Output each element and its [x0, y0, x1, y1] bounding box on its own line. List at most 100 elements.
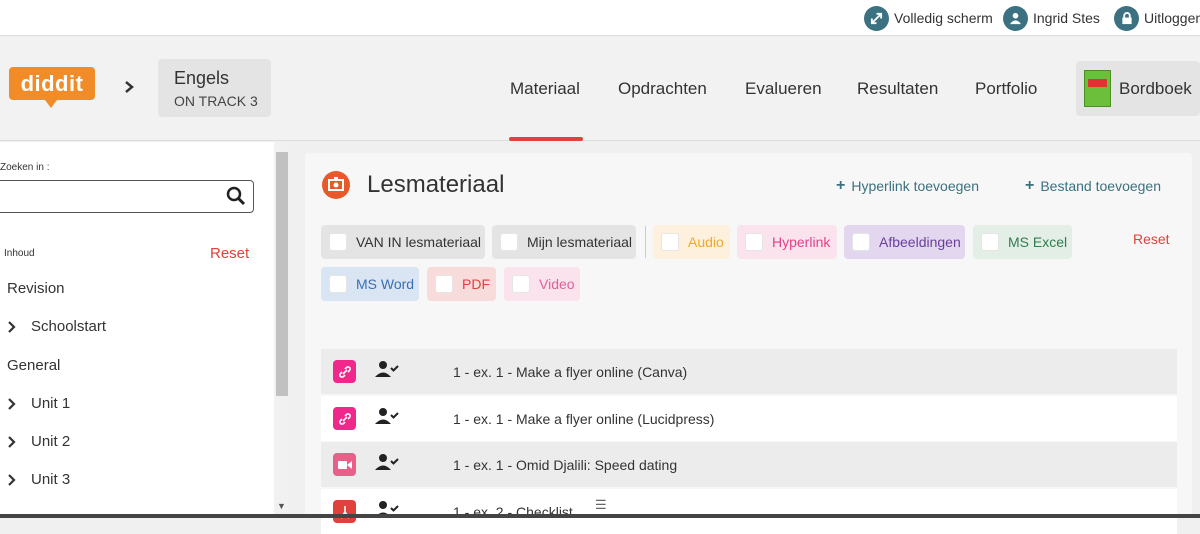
material-title: 1 - ex. 1 - Omid Djalili: Speed dating	[453, 456, 678, 473]
tree-item-label: Schoolstart	[31, 318, 107, 335]
chevron-right-icon	[7, 320, 27, 333]
filter-divider	[645, 226, 646, 258]
tree-item-schoolstart[interactable]: Schoolstart	[7, 318, 106, 335]
active-tab-indicator	[509, 137, 583, 141]
tab-materiaal[interactable]: Materiaal	[510, 79, 580, 99]
search-icon[interactable]	[226, 186, 246, 211]
chevron-right-icon	[7, 473, 27, 486]
checkbox[interactable]	[852, 233, 870, 251]
filter-afbeeldingen[interactable]: Afbeeldingen	[844, 225, 965, 259]
add-file-button[interactable]: + Bestand toevoegen	[1025, 177, 1161, 195]
logo-tail	[45, 100, 57, 108]
filter-ms-word[interactable]: MS Word	[321, 267, 419, 301]
add-hyperlink-button[interactable]: + Hyperlink toevoegen	[836, 177, 979, 195]
tab-opdrachten[interactable]: Opdrachten	[618, 79, 707, 99]
add-file-label: Bestand toevoegen	[1040, 178, 1161, 194]
filter-label: Hyperlink	[772, 234, 831, 250]
link-icon	[333, 360, 356, 383]
tree-item-unit-1[interactable]: Unit 1	[7, 395, 70, 412]
plus-icon: +	[836, 177, 846, 194]
filter-ms-excel[interactable]: MS Excel	[973, 225, 1072, 259]
checkbox[interactable]	[329, 275, 347, 293]
checkbox[interactable]	[512, 275, 530, 293]
user-name: Ingrid Stes	[1033, 10, 1100, 26]
user-icon	[1003, 5, 1028, 31]
plus-icon: +	[1025, 177, 1035, 194]
fullscreen-button[interactable]: Volledig scherm	[864, 5, 993, 31]
tree-item-unit-3[interactable]: Unit 3	[7, 471, 70, 488]
checkbox[interactable]	[329, 233, 347, 251]
lesmateriaal-icon	[322, 171, 350, 199]
fullscreen-label: Volledig scherm	[894, 10, 993, 26]
tree-item-label: Unit 2	[31, 433, 71, 450]
tree-item-label: General	[7, 357, 61, 374]
filter-label: Audio	[688, 234, 724, 250]
checkbox[interactable]	[435, 275, 453, 293]
logout-label: Uitloggen	[1144, 10, 1200, 26]
tree-item-label: Revision	[7, 280, 65, 297]
tab-resultaten[interactable]: Resultaten	[857, 79, 938, 99]
sidebar-scrollbar-thumb[interactable]	[276, 152, 288, 396]
logout-button[interactable]: Uitloggen	[1114, 5, 1200, 31]
tree-item-general[interactable]: General	[7, 357, 60, 374]
list-item[interactable]: 1 - ex. 1 - Make a flyer online (Lucidpr…	[321, 396, 1177, 441]
app-header: diddit Engels ON TRACK 3 Materiaal Opdra…	[0, 37, 1200, 141]
drag-handle-icon[interactable]: ☰	[595, 497, 607, 513]
material-title: 1 - ex. 1 - Make a flyer online (Lucidpr…	[453, 410, 715, 427]
filter-hyperlink[interactable]: Hyperlink	[737, 225, 837, 259]
filter-mijn[interactable]: Mijn lesmateriaal	[492, 225, 636, 259]
filter-van-in[interactable]: VAN IN lesmateriaal	[321, 225, 485, 259]
filter-label: MS Excel	[1008, 234, 1068, 250]
checkbox[interactable]	[981, 233, 999, 251]
user-check-icon	[375, 500, 399, 523]
expand-icon	[864, 5, 889, 31]
search-label: Zoeken in :	[0, 162, 50, 173]
filter-reset-button[interactable]: Reset	[1133, 231, 1170, 247]
book-icon	[1084, 70, 1111, 107]
checkbox[interactable]	[661, 233, 679, 251]
material-title: 1 - ex. 1 - Make a flyer online (Canva)	[453, 363, 688, 380]
chevron-right-icon	[7, 397, 27, 410]
diddit-logo[interactable]: diddit	[9, 67, 95, 100]
user-check-icon	[375, 360, 399, 383]
search-input[interactable]	[0, 180, 254, 213]
page-title: Lesmateriaal	[367, 171, 505, 198]
user-check-icon	[375, 407, 399, 430]
user-check-icon	[375, 453, 399, 476]
filter-label: PDF	[462, 276, 490, 292]
content-label: Inhoud	[4, 248, 35, 259]
tree-item-revision[interactable]: Revision	[7, 280, 65, 297]
filter-audio[interactable]: Audio	[653, 225, 730, 259]
filter-pdf[interactable]: PDF	[427, 267, 496, 301]
link-icon	[333, 407, 356, 430]
bordboek-label: Bordboek	[1119, 78, 1192, 98]
tab-portfolio[interactable]: Portfolio	[975, 79, 1037, 99]
list-item[interactable]: 1 - ex. 2 - Checklist	[321, 489, 1177, 534]
tree-item-label: Unit 3	[31, 471, 71, 488]
window-bottom-edge	[0, 514, 1200, 518]
filter-label: MS Word	[356, 276, 415, 292]
tab-evalueren[interactable]: Evalueren	[745, 79, 822, 99]
user-menu[interactable]: Ingrid Stes	[1003, 5, 1100, 31]
checkbox[interactable]	[500, 233, 518, 251]
filter-label: Video	[539, 276, 575, 292]
list-item[interactable]: 1 - ex. 1 - Make a flyer online (Canva)	[321, 349, 1177, 394]
sidebar-reset-button[interactable]: Reset	[210, 245, 249, 262]
scroll-down-icon[interactable]: ▼	[277, 501, 286, 511]
bordboek-button[interactable]: Bordboek	[1076, 61, 1200, 116]
video-icon	[333, 453, 356, 476]
course-selector[interactable]: Engels ON TRACK 3	[158, 59, 271, 117]
tree-item-label: Unit 1	[31, 395, 71, 412]
lock-icon	[1114, 5, 1139, 31]
list-item[interactable]: 1 - ex. 1 - Omid Djalili: Speed dating	[321, 442, 1177, 487]
course-title: Engels	[174, 68, 230, 88]
tree-item-unit-2[interactable]: Unit 2	[7, 433, 70, 450]
chevron-right-icon	[7, 435, 27, 448]
add-hyperlink-label: Hyperlink toevoegen	[851, 178, 979, 194]
course-subtitle: ON TRACK 3	[174, 93, 258, 109]
filter-video[interactable]: Video	[504, 267, 580, 301]
filter-label: Mijn lesmateriaal	[527, 234, 633, 250]
filter-label: VAN IN lesmateriaal	[356, 234, 482, 250]
checkbox[interactable]	[745, 233, 763, 251]
filter-label: Afbeeldingen	[879, 234, 961, 250]
